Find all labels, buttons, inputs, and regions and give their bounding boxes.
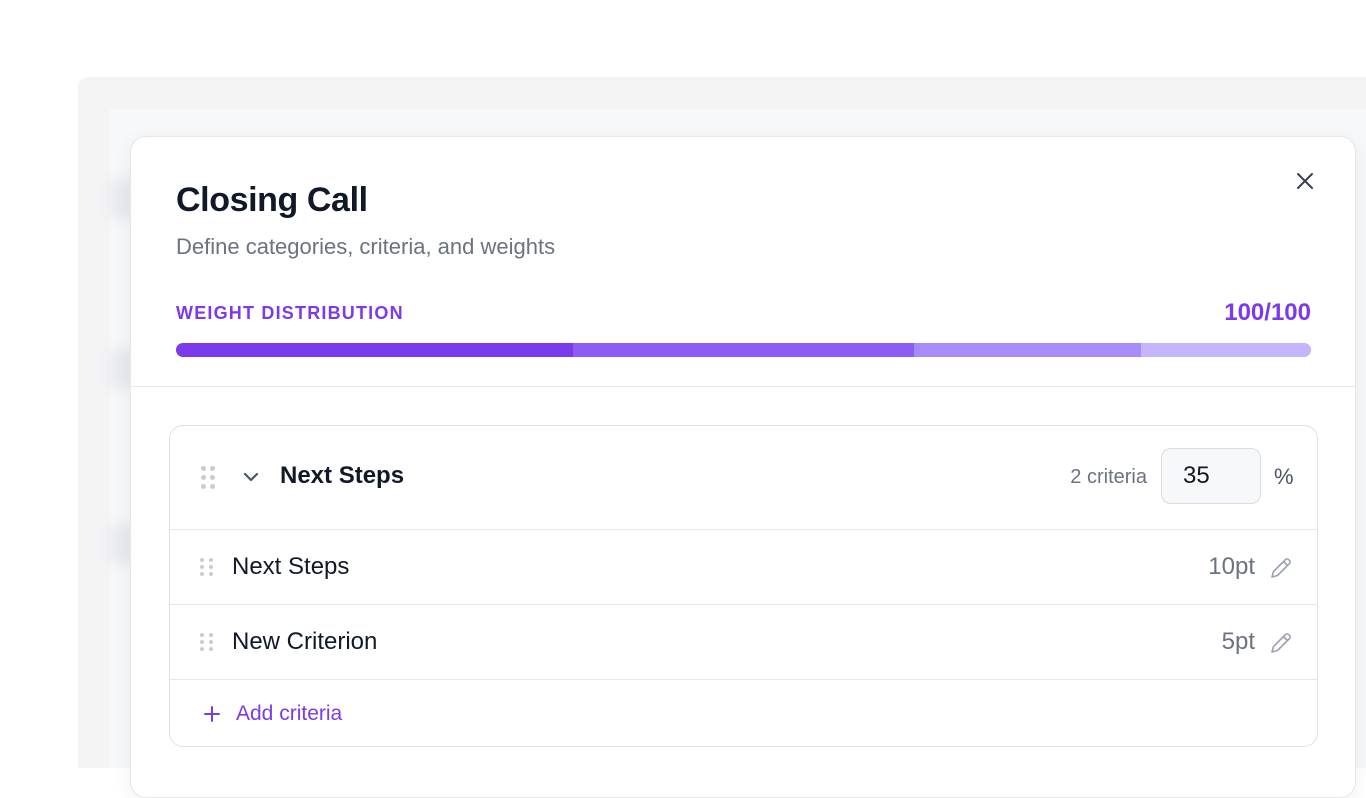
- plus-icon: [204, 706, 220, 722]
- weight-segment-4: [1140, 343, 1311, 357]
- pencil-icon[interactable]: [1268, 555, 1294, 581]
- category-card: Next Steps 2 criteria % Next Steps 10pt …: [169, 425, 1318, 747]
- criterion-row[interactable]: New Criterion 5pt: [170, 605, 1317, 680]
- add-criteria-button[interactable]: Add criteria: [170, 680, 1317, 746]
- weight-segment-2: [573, 343, 914, 357]
- criterion-points: 5pt: [1221, 628, 1255, 655]
- criteria-count: 2 criteria: [1070, 466, 1147, 488]
- criterion-name: New Criterion: [232, 628, 378, 655]
- criterion-row[interactable]: Next Steps 10pt: [170, 530, 1317, 605]
- weight-distribution-total: 100/100: [1224, 299, 1311, 326]
- scorecard-modal: Closing Call Define categories, criteria…: [130, 136, 1356, 798]
- category-name[interactable]: Next Steps: [280, 462, 404, 490]
- modal-title: Closing Call: [176, 181, 368, 219]
- percent-unit: %: [1274, 464, 1294, 489]
- header-divider: [131, 386, 1355, 387]
- category-header: Next Steps 2 criteria %: [170, 426, 1317, 530]
- category-weight-input[interactable]: [1161, 448, 1261, 504]
- category-drag-handle-icon[interactable]: [201, 466, 215, 489]
- add-criteria-label: Add criteria: [236, 702, 343, 725]
- criterion-drag-handle-icon[interactable]: [200, 558, 214, 576]
- weight-distribution-bar: [176, 343, 1311, 357]
- weight-segment-3: [913, 343, 1141, 357]
- chevron-down-icon[interactable]: [240, 466, 262, 488]
- close-button[interactable]: [1291, 167, 1319, 195]
- weight-distribution-label: WEIGHT DISTRIBUTION: [176, 303, 404, 323]
- criterion-points: 10pt: [1208, 553, 1255, 580]
- criterion-drag-handle-icon[interactable]: [200, 633, 214, 651]
- weight-segment-1: [176, 343, 574, 357]
- criterion-name: Next Steps: [232, 553, 350, 580]
- modal-subtitle: Define categories, criteria, and weights: [176, 234, 556, 259]
- pencil-icon[interactable]: [1268, 630, 1294, 656]
- close-icon: [1297, 173, 1313, 189]
